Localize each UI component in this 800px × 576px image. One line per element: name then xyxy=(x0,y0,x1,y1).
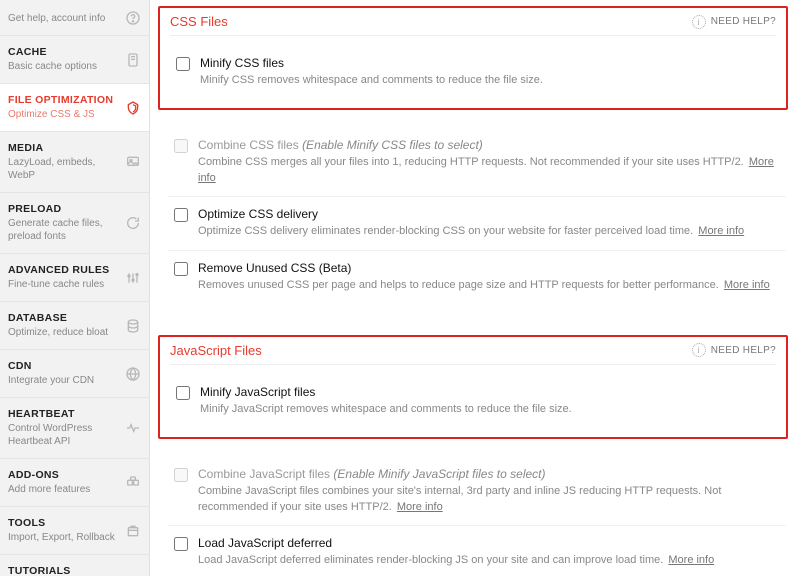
option-remove-unused-css: Remove Unused CSS (Beta) Removes unused C… xyxy=(168,251,786,303)
need-help-link[interactable]: i NEED HELP? xyxy=(692,15,776,29)
need-help-label: NEED HELP? xyxy=(711,16,776,27)
sidebar-item-title: PRELOAD xyxy=(8,203,139,215)
sidebar: Get help, account info CACHE Basic cache o… xyxy=(0,0,150,576)
sidebar-item-title: HEARTBEAT xyxy=(8,408,139,420)
fileopt-icon xyxy=(125,100,141,116)
sidebar-item-desc: Basic cache options xyxy=(8,60,139,73)
more-info-link[interactable]: More info xyxy=(698,225,744,237)
option-desc: Optimize CSS delivery eliminates render-… xyxy=(198,224,780,239)
sidebar-item-database[interactable]: DATABASE Optimize, reduce bloat xyxy=(0,302,149,350)
option-minify-css: Minify CSS files Minify CSS removes white… xyxy=(170,46,776,98)
option-desc: Minify JavaScript removes whitespace and… xyxy=(200,402,770,417)
css-section-title: CSS Files xyxy=(170,14,228,29)
more-info-link[interactable]: More info xyxy=(724,279,770,291)
sidebar-item-help[interactable]: Get help, account info xyxy=(0,0,149,36)
help-icon xyxy=(125,10,141,26)
option-label: Minify CSS files xyxy=(200,56,770,70)
sidebar-item-desc: LazyLoad, embeds, WebP xyxy=(8,156,139,182)
sidebar-item-desc: Integrate your CDN xyxy=(8,374,139,387)
sidebar-item-preload[interactable]: PRELOAD Generate cache files, preload fon… xyxy=(0,193,149,254)
option-desc: Removes unused CSS per page and helps to… xyxy=(198,278,780,293)
sidebar-item-title: CACHE xyxy=(8,46,139,58)
preload-icon xyxy=(125,215,141,231)
option-label: Minify JavaScript files xyxy=(200,385,770,399)
addons-icon xyxy=(125,475,141,491)
sidebar-item-addons[interactable]: ADD-ONS Add more features xyxy=(0,459,149,507)
need-help-label: NEED HELP? xyxy=(711,345,776,356)
media-icon xyxy=(125,154,141,170)
sidebar-item-desc: Add more features xyxy=(8,483,139,496)
need-help-link[interactable]: i NEED HELP? xyxy=(692,343,776,357)
option-label: Optimize CSS delivery xyxy=(198,207,780,221)
sidebar-item-title: ADVANCED RULES xyxy=(8,264,139,276)
option-label: Combine JavaScript files (Enable Minify … xyxy=(198,467,780,481)
checkbox-minify-js[interactable] xyxy=(176,386,190,400)
css-section-header: CSS Files i NEED HELP? xyxy=(170,14,776,36)
sidebar-item-advrules[interactable]: ADVANCED RULES Fine-tune cache rules xyxy=(0,254,149,302)
sidebar-item-cdn[interactable]: CDN Integrate your CDN xyxy=(0,350,149,398)
heartbeat-icon xyxy=(125,420,141,436)
sidebar-item-title: TOOLS xyxy=(8,517,139,529)
help-icon: i xyxy=(692,15,706,29)
option-minify-js: Minify JavaScript files Minify JavaScript… xyxy=(170,375,776,427)
css-section-highlight: CSS FilesiNEED HELP?Minify CSS filesMini… xyxy=(158,6,788,110)
js-section-header: JavaScript Files i NEED HELP? xyxy=(170,343,776,365)
sidebar-item-desc: Optimize, reduce bloat xyxy=(8,326,139,339)
option-combine-css: Combine CSS files (Enable Minify CSS fil… xyxy=(168,128,786,197)
option-label: Load JavaScript deferred xyxy=(198,536,780,550)
option-desc: Combine JavaScript files combines your s… xyxy=(198,484,780,515)
checkbox-defer-js[interactable] xyxy=(174,537,188,551)
option-desc: Combine CSS merges all your files into 1… xyxy=(198,155,780,186)
sidebar-item-media[interactable]: MEDIA LazyLoad, embeds, WebP xyxy=(0,132,149,193)
option-note: (Enable Minify CSS files to select) xyxy=(302,138,483,152)
checkbox-optimize-css-delivery[interactable] xyxy=(174,208,188,222)
option-label: Remove Unused CSS (Beta) xyxy=(198,261,780,275)
option-label: Combine CSS files (Enable Minify CSS fil… xyxy=(198,138,780,152)
checkbox-remove-unused-css[interactable] xyxy=(174,262,188,276)
sidebar-item-tools[interactable]: TOOLS Import, Export, Rollback xyxy=(0,507,149,555)
sidebar-item-desc: Get help, account info xyxy=(8,12,139,25)
sidebar-item-desc: Optimize CSS & JS xyxy=(8,108,139,121)
option-combine-js: Combine JavaScript files (Enable Minify … xyxy=(168,457,786,526)
advrules-icon xyxy=(125,270,141,286)
option-optimize-css-delivery: Optimize CSS delivery Optimize CSS delive… xyxy=(168,197,786,250)
main-content: CSS FilesiNEED HELP?Minify CSS filesMini… xyxy=(150,0,800,576)
help-icon: i xyxy=(692,343,706,357)
sidebar-item-fileopt[interactable]: FILE OPTIMIZATION Optimize CSS & JS xyxy=(0,84,149,132)
sidebar-item-title: CDN xyxy=(8,360,139,372)
checkbox-combine-js xyxy=(174,468,188,482)
tools-icon xyxy=(125,523,141,539)
sidebar-item-title: MEDIA xyxy=(8,142,139,154)
js-section-rest: Combine JavaScript files (Enable Minify … xyxy=(168,457,786,576)
js-section-title: JavaScript Files xyxy=(170,343,262,358)
option-defer-js: Load JavaScript deferred Load JavaScript … xyxy=(168,526,786,576)
sidebar-item-tutorials[interactable]: TUTORIALSGetting started and how to vide… xyxy=(0,555,149,576)
option-desc: Load JavaScript deferred eliminates rend… xyxy=(198,553,780,568)
sidebar-item-title: ADD-ONS xyxy=(8,469,139,481)
option-desc: Minify CSS removes whitespace and commen… xyxy=(200,73,770,88)
sidebar-item-cache[interactable]: CACHE Basic cache options xyxy=(0,36,149,84)
sidebar-item-title: DATABASE xyxy=(8,312,139,324)
sidebar-item-desc: Fine-tune cache rules xyxy=(8,278,139,291)
checkbox-minify-css[interactable] xyxy=(176,57,190,71)
sidebar-item-title: TUTORIALS xyxy=(8,565,139,576)
more-info-link[interactable]: More info xyxy=(397,501,443,513)
sidebar-item-title: FILE OPTIMIZATION xyxy=(8,94,139,106)
sidebar-item-desc: Control WordPress Heartbeat API xyxy=(8,422,139,448)
more-info-link[interactable]: More info xyxy=(668,554,714,566)
database-icon xyxy=(125,318,141,334)
js-section-highlight: JavaScript Files i NEED HELP? Minify JavaSc… xyxy=(158,335,788,439)
sidebar-item-desc: Import, Export, Rollback xyxy=(8,531,139,544)
option-note: (Enable Minify JavaScript files to selec… xyxy=(333,467,545,481)
css-section-rest: Combine CSS files (Enable Minify CSS fil… xyxy=(168,128,786,303)
cache-icon xyxy=(125,52,141,68)
sidebar-item-desc: Generate cache files, preload fonts xyxy=(8,217,139,243)
sidebar-item-heartbeat[interactable]: HEARTBEAT Control WordPress Heartbeat API xyxy=(0,398,149,459)
cdn-icon xyxy=(125,366,141,382)
checkbox-combine-css xyxy=(174,139,188,153)
